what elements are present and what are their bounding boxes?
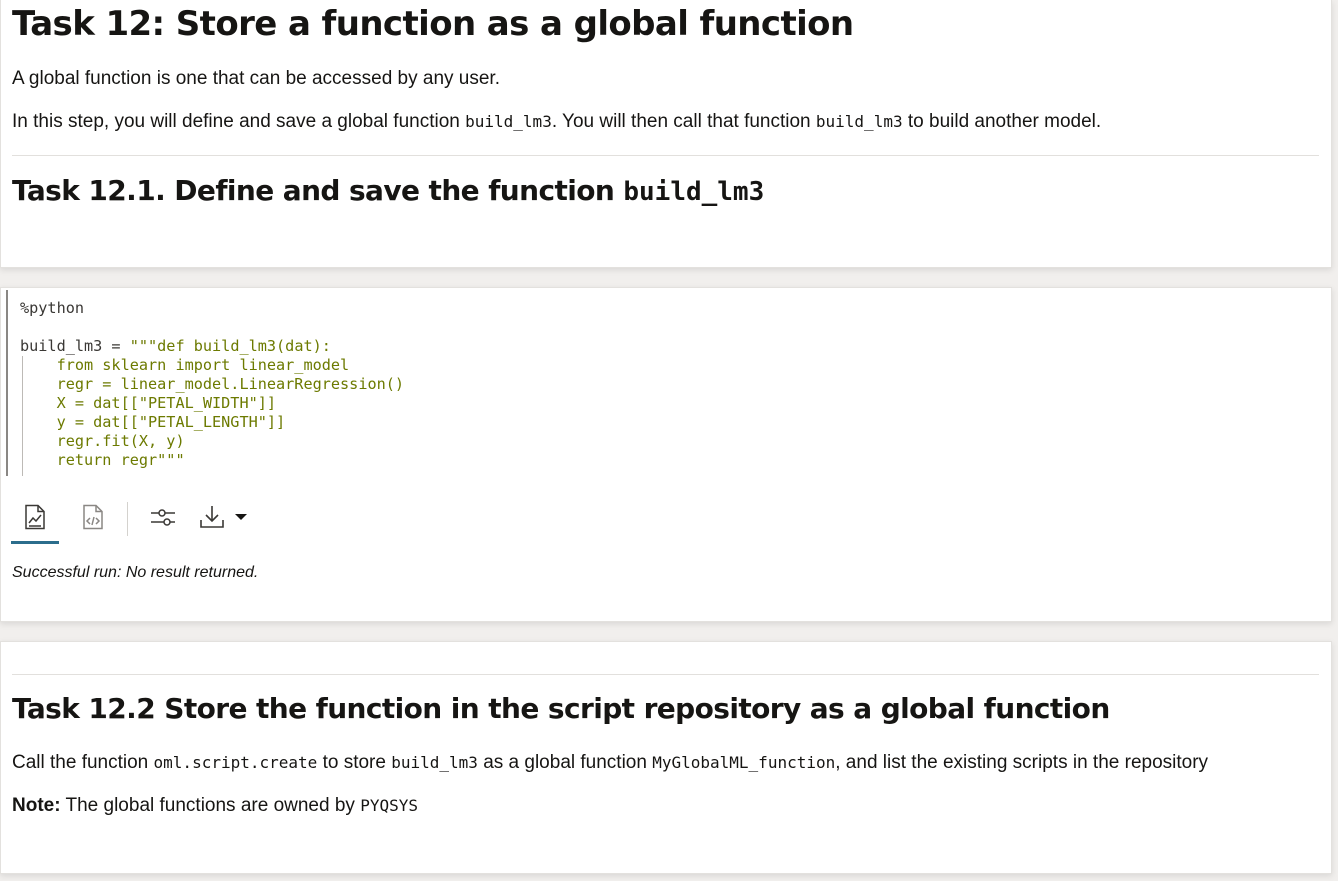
call-text-pre: Call the function [12,752,154,773]
code-assign-prefix: build_lm3 = [20,337,130,355]
caret-down-icon[interactable] [231,492,251,542]
code-line: X = dat[["PETAL_WIDTH"]] [20,394,277,412]
code-line: regr = linear_model.LinearRegression() [20,375,405,393]
step-text-post: to build another model. [902,111,1102,132]
call-text-post: , and list the existing scripts in the r… [835,752,1209,773]
code-editor[interactable]: %python build_lm3 = """def build_lm3(dat… [6,290,1008,476]
inline-code-function-name: MyGlobalML_function [652,753,836,772]
code-paragraph: %python build_lm3 = """def build_lm3(dat… [0,287,1332,622]
interpreter-directive: %python [20,299,85,317]
inline-code-oml-script-create: oml.script.create [153,753,318,772]
result-toolbar [11,492,271,546]
call-text-mid2: as a global function [477,752,653,773]
chart-result-icon[interactable] [11,492,59,544]
subsection-title: Task 12.1. Define and save the function … [12,174,764,207]
code-line: regr.fit(X, y) [20,432,185,450]
subsection-title-text: Task 12.1. Define and save the function [12,174,624,207]
code-view-icon[interactable] [69,492,117,542]
download-icon[interactable] [195,492,229,542]
inline-code-build-lm3: build_lm3 [465,112,552,131]
section-title: Task 12.2 Store the function in the scri… [12,692,1110,725]
markdown-paragraph-task-12-2: Task 12.2 Store the function in the scri… [0,641,1332,874]
inline-code-build-lm3: build_lm3 [391,753,478,772]
subsection-title-code: build_lm3 [623,177,765,207]
code-line: y = dat[["PETAL_LENGTH"]] [20,413,286,431]
divider [12,155,1319,156]
call-description: Call the function oml.script.create to s… [12,751,1208,775]
code-line: return regr""" [20,451,185,469]
code-line: """def build_lm3(dat): [129,337,331,355]
note-label: Note: [12,795,61,816]
call-text-mid1: to store [317,752,392,773]
intro-text: A global function is one that can be acc… [12,68,500,89]
note-text: Note: The global functions are owned by … [12,794,418,818]
inline-code-pyqsys: PYQSYS [360,796,418,815]
step-description: In this step, you will define and save a… [12,110,1101,134]
divider [12,674,1319,675]
inline-code-build-lm3: build_lm3 [815,112,903,131]
page-title: Task 12: Store a function as a global fu… [12,4,854,44]
markdown-paragraph-task-12: Task 12: Store a function as a global fu… [0,0,1332,268]
step-text-mid: . You will then call that function [551,111,816,132]
toolbar-separator [127,502,128,536]
code-line: from sklearn import linear_model [20,356,350,374]
note-body: The global functions are owned by [60,795,361,816]
settings-sliders-icon[interactable] [139,492,187,542]
run-status-message: Successful run: No result returned. [12,564,259,581]
step-text-pre: In this step, you will define and save a… [12,111,466,132]
code-content[interactable]: %python build_lm3 = """def build_lm3(dat… [20,299,404,470]
